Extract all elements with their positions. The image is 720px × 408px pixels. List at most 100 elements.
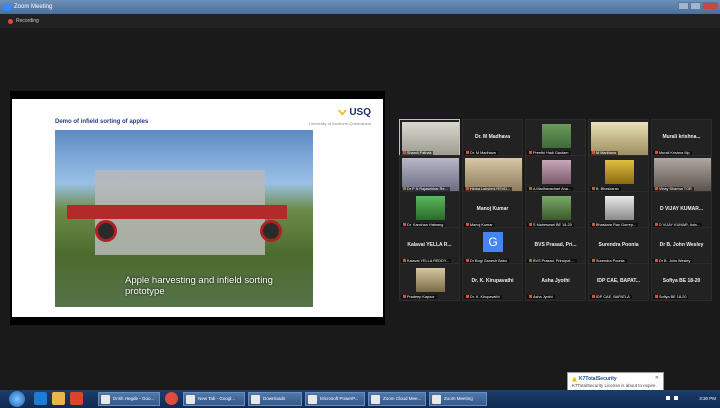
participant-video bbox=[416, 196, 445, 220]
participant-tile[interactable]: B. Bhaskaran bbox=[588, 155, 649, 193]
participant-display-name: Kalavai YELLA R... bbox=[407, 242, 452, 248]
mic-muted-icon bbox=[403, 295, 406, 298]
participant-tile[interactable]: Dr B. John Wesley Dr B. John Wesley bbox=[651, 227, 712, 265]
ie-icon[interactable] bbox=[34, 392, 47, 405]
participant-video bbox=[416, 268, 445, 292]
participant-display-name: BVS Prasad, Pri... bbox=[534, 242, 577, 248]
mic-muted-icon bbox=[466, 295, 469, 298]
participant-display-name: Dr. K. Kirupavathi bbox=[471, 278, 514, 284]
mic-muted-icon bbox=[529, 223, 532, 226]
participant-tile[interactable]: G Dr Bogi Ganesh Babu bbox=[462, 227, 523, 265]
participant-tile[interactable]: D VIJAY KUMAR... D VIJAY KUMAR, Asis... bbox=[651, 191, 712, 229]
close-button[interactable] bbox=[702, 2, 718, 10]
mic-muted-icon bbox=[466, 187, 469, 190]
usq-logo-text: USQ bbox=[349, 107, 371, 118]
media-icon[interactable] bbox=[70, 392, 83, 405]
participant-tile[interactable]: Sofiya BE 18-20 Sofiya BE 18-20 bbox=[651, 263, 712, 301]
participant-tile[interactable]: A Madhavachari Ana... bbox=[525, 155, 586, 193]
mic-muted-icon bbox=[592, 223, 595, 226]
system-tray: 3:30 PM bbox=[662, 390, 720, 408]
taskbar-task[interactable]: Downloads bbox=[248, 392, 302, 406]
mic-muted-icon bbox=[655, 151, 658, 154]
participant-avatar: G bbox=[483, 232, 503, 252]
app-icon bbox=[251, 395, 260, 404]
participant-tile[interactable]: Preethi Hadi Gautam bbox=[525, 119, 586, 157]
app-icon bbox=[432, 395, 441, 404]
taskbar-task[interactable]: Microsoft PowerP... bbox=[305, 392, 365, 406]
participant-tile[interactable]: Shamli Pathak bbox=[399, 119, 460, 157]
mic-muted-icon bbox=[529, 295, 532, 298]
participant-tile[interactable]: Dr. K. Kirupavathi Dr. K. Kirupavathi bbox=[462, 263, 523, 301]
mic-muted-icon bbox=[655, 259, 658, 262]
zoom-app-icon bbox=[4, 3, 11, 11]
chrome-icon[interactable] bbox=[165, 392, 178, 405]
participant-tile[interactable]: M Madhava bbox=[588, 119, 649, 157]
taskbar-task[interactable]: Zoom Cloud Mee... bbox=[368, 392, 426, 406]
slide-photo: Apple harvesting and infield sorting pro… bbox=[55, 130, 313, 307]
minimize-button[interactable] bbox=[678, 2, 689, 10]
app-icon bbox=[308, 395, 317, 404]
mic-muted-icon bbox=[466, 223, 469, 226]
participant-display-name: Sofiya BE 18-20 bbox=[662, 278, 701, 284]
start-button[interactable] bbox=[9, 391, 25, 407]
participant-tile[interactable]: IDP CAE, BAPAT... IDP CAE, BAPATLA bbox=[588, 263, 649, 301]
participant-tile[interactable]: Pradeep Kapoor bbox=[399, 263, 460, 301]
shared-screen: Demo of infield sorting of apples USQ Un… bbox=[10, 91, 385, 325]
participant-tile[interactable]: Murali krishna... Murali Krishna Mp bbox=[651, 119, 712, 157]
volume-icon[interactable] bbox=[674, 396, 678, 400]
participant-display-name: IDP CAE, BAPAT... bbox=[596, 278, 641, 284]
participant-tile[interactable]: Surendra Poonia Surendra Poonia bbox=[588, 227, 649, 265]
usq-logo: USQ bbox=[337, 107, 371, 118]
participant-tile[interactable]: Dr P N Rajasekhar Re... bbox=[399, 155, 460, 193]
close-icon[interactable]: ✕ bbox=[655, 375, 659, 381]
mic-muted-icon bbox=[592, 259, 595, 262]
windows-taskbar: Drish Hegde - Goo... New Tab - Googl... … bbox=[0, 390, 720, 408]
participant-tile[interactable]: Kalavai YELLA R... Kalavai YELLA REDDY..… bbox=[399, 227, 460, 265]
participant-video bbox=[542, 124, 571, 148]
recording-label[interactable]: Recording bbox=[16, 18, 39, 24]
slide-title: Demo of infield sorting of apples bbox=[55, 119, 149, 125]
mic-muted-icon bbox=[403, 259, 406, 262]
participant-tile[interactable]: Manoj Kumar Manoj Kumar bbox=[462, 191, 523, 229]
participant-name: IDP CAE, BAPATLA bbox=[590, 295, 632, 299]
taskbar-task[interactable]: New Tab - Googl... bbox=[183, 392, 245, 406]
participant-tile[interactable]: BVS Prasad, Pri... BVS Prasad, Principal… bbox=[525, 227, 586, 265]
taskbar-task[interactable]: Drish Hegde - Goo... bbox=[98, 392, 160, 406]
participant-tile[interactable]: Vinay Sharma TGR bbox=[651, 155, 712, 193]
app-icon bbox=[371, 395, 380, 404]
mic-muted-icon bbox=[529, 259, 532, 262]
participant-name: Sofiya BE 18-20 bbox=[653, 295, 689, 299]
participant-tile[interactable]: Hema Lakshmi RSVD... bbox=[462, 155, 523, 193]
participant-display-name: Dr. M Madhava bbox=[474, 134, 510, 140]
participant-tile[interactable]: Dr. Kanchan Hatnang bbox=[399, 191, 460, 229]
mic-muted-icon bbox=[529, 151, 532, 154]
participant-display-name: Murali krishna... bbox=[662, 134, 701, 140]
mic-muted-icon bbox=[655, 187, 658, 190]
taskbar-task[interactable]: Zoom Meeting bbox=[429, 392, 487, 406]
warning-icon bbox=[572, 376, 577, 382]
participant-tile[interactable]: Dr. M Madhava Dr. M Madhava bbox=[462, 119, 523, 157]
participant-tile[interactable]: S Maheswari BE 18-20 bbox=[525, 191, 586, 229]
participant-display-name: D VIJAY KUMAR... bbox=[659, 206, 704, 212]
participant-name: Asha Jyothi bbox=[527, 295, 555, 299]
participant-tile[interactable]: Bhaskara Rao Gorrep... bbox=[588, 191, 649, 229]
slide-tagline: University of Southern Queensland bbox=[308, 121, 371, 126]
network-icon[interactable] bbox=[666, 396, 670, 400]
wheel-icon bbox=[95, 220, 117, 242]
mic-muted-icon bbox=[592, 187, 595, 190]
participant-display-name: Dr B. John Wesley bbox=[659, 242, 704, 248]
toast-title: K7TotalSecurity bbox=[579, 376, 617, 382]
app-icon bbox=[186, 395, 195, 404]
recording-bar: Recording bbox=[0, 14, 720, 28]
folder-icon[interactable] bbox=[52, 392, 65, 405]
window-titlebar: Zoom Meeting bbox=[0, 0, 720, 14]
participant-display-name: Manoj Kumar bbox=[476, 206, 509, 212]
participant-tile[interactable]: Asha Jyothi Asha Jyothi bbox=[525, 263, 586, 301]
mic-muted-icon bbox=[403, 151, 406, 154]
photo-caption: Apple harvesting and infield sorting pro… bbox=[125, 275, 273, 297]
maximize-button[interactable] bbox=[690, 2, 701, 10]
window-controls bbox=[678, 2, 718, 10]
presentation-slide: Demo of infield sorting of apples USQ Un… bbox=[12, 99, 383, 317]
clock[interactable]: 3:30 PM bbox=[699, 396, 716, 401]
mic-muted-icon bbox=[655, 223, 658, 226]
